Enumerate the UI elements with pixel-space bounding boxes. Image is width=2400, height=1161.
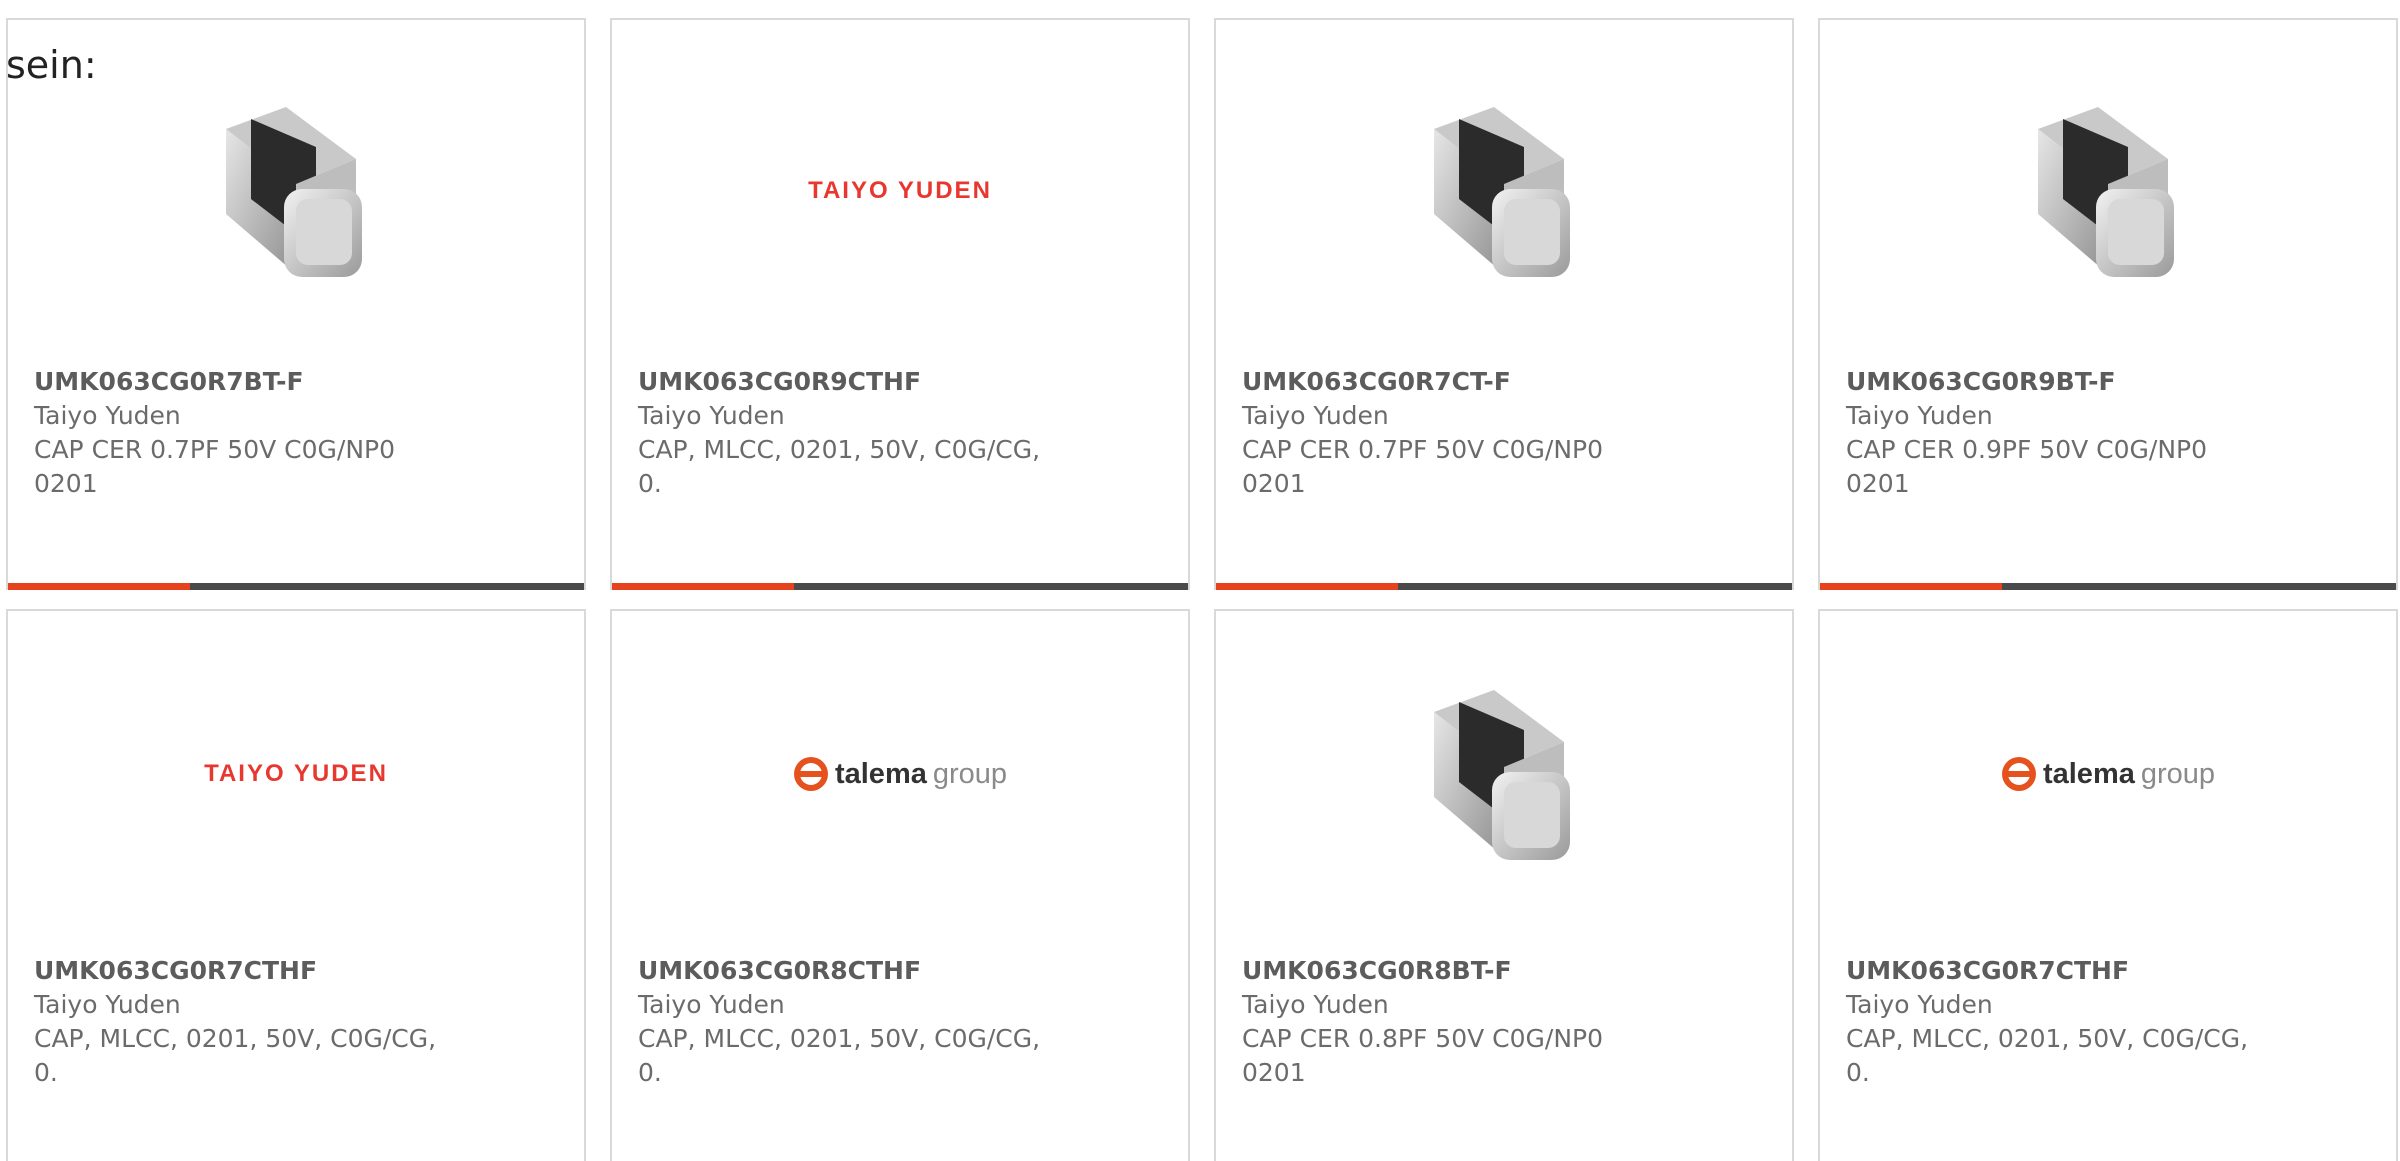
description-line: 0201 — [1242, 469, 1306, 498]
card-accent-bar — [1216, 583, 1398, 590]
description-line: CAP CER 0.7PF 50V C0G/NP0 — [34, 435, 396, 464]
card-bottom-bar — [8, 583, 584, 590]
product-info: UMK063CG0R7BT-F Taiyo Yuden CAP CER 0.7P… — [34, 365, 454, 501]
description-line: 0. — [34, 1058, 58, 1087]
product-image — [1820, 82, 2396, 300]
intro-text: sein: — [6, 43, 97, 87]
product-image: talema group — [1820, 665, 2396, 883]
manufacturer-name: Taiyo Yuden — [1242, 990, 1389, 1019]
part-number-link[interactable]: UMK063CG0R8BT-F — [1242, 954, 1662, 988]
card-bottom-bar — [612, 583, 1188, 590]
description-line: CAP, MLCC, 0201, 50V, C0G/CG, — [638, 1024, 1041, 1053]
manufacturer-name: Taiyo Yuden — [638, 401, 785, 430]
description-line: 0201 — [34, 469, 98, 498]
product-info: UMK063CG0R9BT-F Taiyo Yuden CAP CER 0.9P… — [1846, 365, 2266, 501]
manufacturer-name: Taiyo Yuden — [34, 401, 181, 430]
card-accent-bar — [8, 583, 190, 590]
talema-wordmark: talema — [834, 757, 927, 790]
product-image — [1216, 665, 1792, 883]
product-card[interactable]: TAIYO YUDEN UMK063CG0R7CTHF Taiyo Yuden … — [6, 609, 586, 1161]
talema-group-logo: talema group — [793, 756, 1007, 792]
manufacturer-name: Taiyo Yuden — [34, 990, 181, 1019]
description-line: CAP, MLCC, 0201, 50V, C0G/CG, — [34, 1024, 437, 1053]
manufacturer-name: Taiyo Yuden — [1846, 990, 1993, 1019]
product-card[interactable]: UMK063CG0R8BT-F Taiyo Yuden CAP CER 0.8P… — [1214, 609, 1794, 1161]
description-line: 0. — [1846, 1058, 1870, 1087]
product-info: UMK063CG0R9CTHF Taiyo Yuden CAP, MLCC, 0… — [638, 365, 1058, 501]
taiyo-yuden-logo: TAIYO YUDEN — [808, 177, 992, 204]
part-number-link[interactable]: UMK063CG0R7CTHF — [34, 954, 454, 988]
description-line: CAP CER 0.9PF 50V C0G/NP0 — [1846, 435, 2208, 464]
product-card[interactable]: talema group UMK063CG0R8CTHF Taiyo Yuden … — [610, 609, 1190, 1161]
part-number-link[interactable]: UMK063CG0R9BT-F — [1846, 365, 2266, 399]
manufacturer-name: Taiyo Yuden — [638, 990, 785, 1019]
product-image: talema group — [612, 665, 1188, 883]
description-line: 0. — [638, 469, 662, 498]
description-line: 0. — [638, 1058, 662, 1087]
group-wordmark: group — [932, 757, 1008, 790]
product-card[interactable]: talema group UMK063CG0R7CTHF Taiyo Yuden … — [1818, 609, 2398, 1161]
mlcc-chip-image — [1434, 106, 1570, 277]
part-number-link[interactable]: UMK063CG0R8CTHF — [638, 954, 1058, 988]
product-info: UMK063CG0R7CT-F Taiyo Yuden CAP CER 0.7P… — [1242, 365, 1662, 501]
product-card[interactable]: TAIYO YUDEN UMK063CG0R9CTHF Taiyo Yuden … — [610, 18, 1190, 590]
talema-badge-icon — [2001, 757, 2036, 791]
description-line: 0201 — [1242, 1058, 1306, 1087]
product-card[interactable]: UMK063CG0R7CT-F Taiyo Yuden CAP CER 0.7P… — [1214, 18, 1794, 590]
group-wordmark: group — [2140, 757, 2216, 790]
talema-wordmark: talema — [2042, 757, 2135, 790]
mlcc-chip-image — [1434, 689, 1570, 860]
card-accent-bar — [612, 583, 794, 590]
talema-group-logo: talema group — [2001, 756, 2215, 792]
product-info: UMK063CG0R7CTHF Taiyo Yuden CAP, MLCC, 0… — [34, 954, 454, 1090]
mlcc-chip-image — [226, 106, 362, 277]
description-line: 0201 — [1846, 469, 1910, 498]
product-info: UMK063CG0R7CTHF Taiyo Yuden CAP, MLCC, 0… — [1846, 954, 2266, 1090]
card-bottom-bar — [1216, 583, 1792, 590]
part-number-link[interactable]: UMK063CG0R7CT-F — [1242, 365, 1662, 399]
card-accent-bar — [1820, 583, 2002, 590]
page: sein: UMK063CG0R7BT-F Taiyo Yuden CAP CE… — [0, 0, 2400, 1161]
manufacturer-name: Taiyo Yuden — [1846, 401, 1993, 430]
product-image — [8, 82, 584, 300]
product-card[interactable]: UMK063CG0R7BT-F Taiyo Yuden CAP CER 0.7P… — [6, 18, 586, 590]
product-image: TAIYO YUDEN — [612, 82, 1188, 300]
description-line: CAP, MLCC, 0201, 50V, C0G/CG, — [638, 435, 1041, 464]
part-number-link[interactable]: UMK063CG0R7BT-F — [34, 365, 454, 399]
description-line: CAP CER 0.8PF 50V C0G/NP0 — [1242, 1024, 1604, 1053]
description-line: CAP, MLCC, 0201, 50V, C0G/CG, — [1846, 1024, 2249, 1053]
part-number-link[interactable]: UMK063CG0R7CTHF — [1846, 954, 2266, 988]
talema-badge-icon — [793, 757, 828, 791]
part-number-link[interactable]: UMK063CG0R9CTHF — [638, 365, 1058, 399]
product-image — [1216, 82, 1792, 300]
description-line: CAP CER 0.7PF 50V C0G/NP0 — [1242, 435, 1604, 464]
taiyo-yuden-logo: TAIYO YUDEN — [204, 760, 388, 787]
product-info: UMK063CG0R8CTHF Taiyo Yuden CAP, MLCC, 0… — [638, 954, 1058, 1090]
mlcc-chip-image — [2038, 106, 2174, 277]
product-image: TAIYO YUDEN — [8, 665, 584, 883]
product-card[interactable]: UMK063CG0R9BT-F Taiyo Yuden CAP CER 0.9P… — [1818, 18, 2398, 590]
card-bottom-bar — [1820, 583, 2396, 590]
manufacturer-name: Taiyo Yuden — [1242, 401, 1389, 430]
product-info: UMK063CG0R8BT-F Taiyo Yuden CAP CER 0.8P… — [1242, 954, 1662, 1090]
product-grid: UMK063CG0R7BT-F Taiyo Yuden CAP CER 0.7P… — [0, 0, 2400, 1161]
